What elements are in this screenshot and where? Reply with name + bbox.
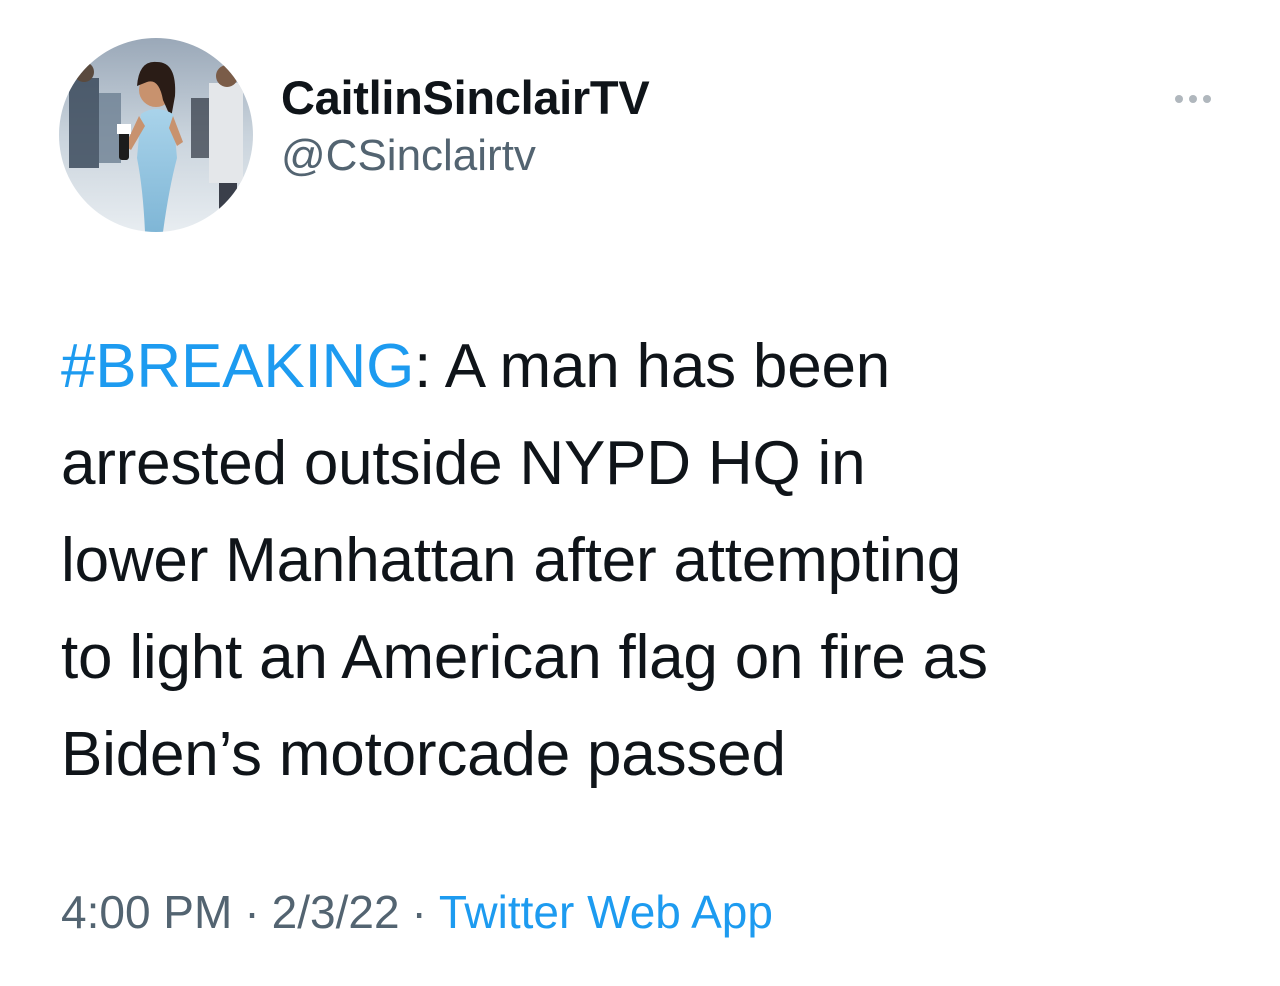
tweet-card: CaitlinSinclairTV @CSinclairtv #BREAKING… [0, 0, 1280, 986]
tweet-date[interactable]: 2/3/22 [272, 886, 400, 938]
avatar-photo [59, 38, 253, 232]
meta-separator: · [411, 886, 427, 938]
meta-separator: · [244, 886, 260, 938]
tweet-text-line-5: Biden’s motorcade passed [61, 720, 786, 789]
avatar[interactable] [59, 38, 253, 232]
tweet-time[interactable]: 4:00 PM [61, 886, 232, 938]
hashtag-link[interactable]: #BREAKING [61, 332, 414, 401]
author-handle[interactable]: @CSinclairtv [281, 128, 649, 184]
tweet-text-line-4: to light an American flag on fire as [61, 623, 988, 692]
tweet-meta: 4:00 PM · 2/3/22 · Twitter Web App [61, 880, 773, 944]
tweet-text-line-1: #BREAKING: A man has been [61, 318, 1231, 415]
more-options-icon[interactable] [1168, 84, 1218, 114]
tweet-text-line-3: lower Manhattan after attempting [61, 526, 961, 595]
tweet-text-line-2: arrested outside NYPD HQ in [61, 429, 866, 498]
tweet-text: #BREAKING: A man has been arrested outsi… [61, 318, 1231, 803]
author-names: CaitlinSinclairTV @CSinclairtv [281, 68, 650, 184]
tweet-source-link[interactable]: Twitter Web App [439, 886, 773, 938]
tweet-text-segment: : A man has been [414, 332, 891, 401]
author-display-name[interactable]: CaitlinSinclairTV [281, 68, 650, 128]
